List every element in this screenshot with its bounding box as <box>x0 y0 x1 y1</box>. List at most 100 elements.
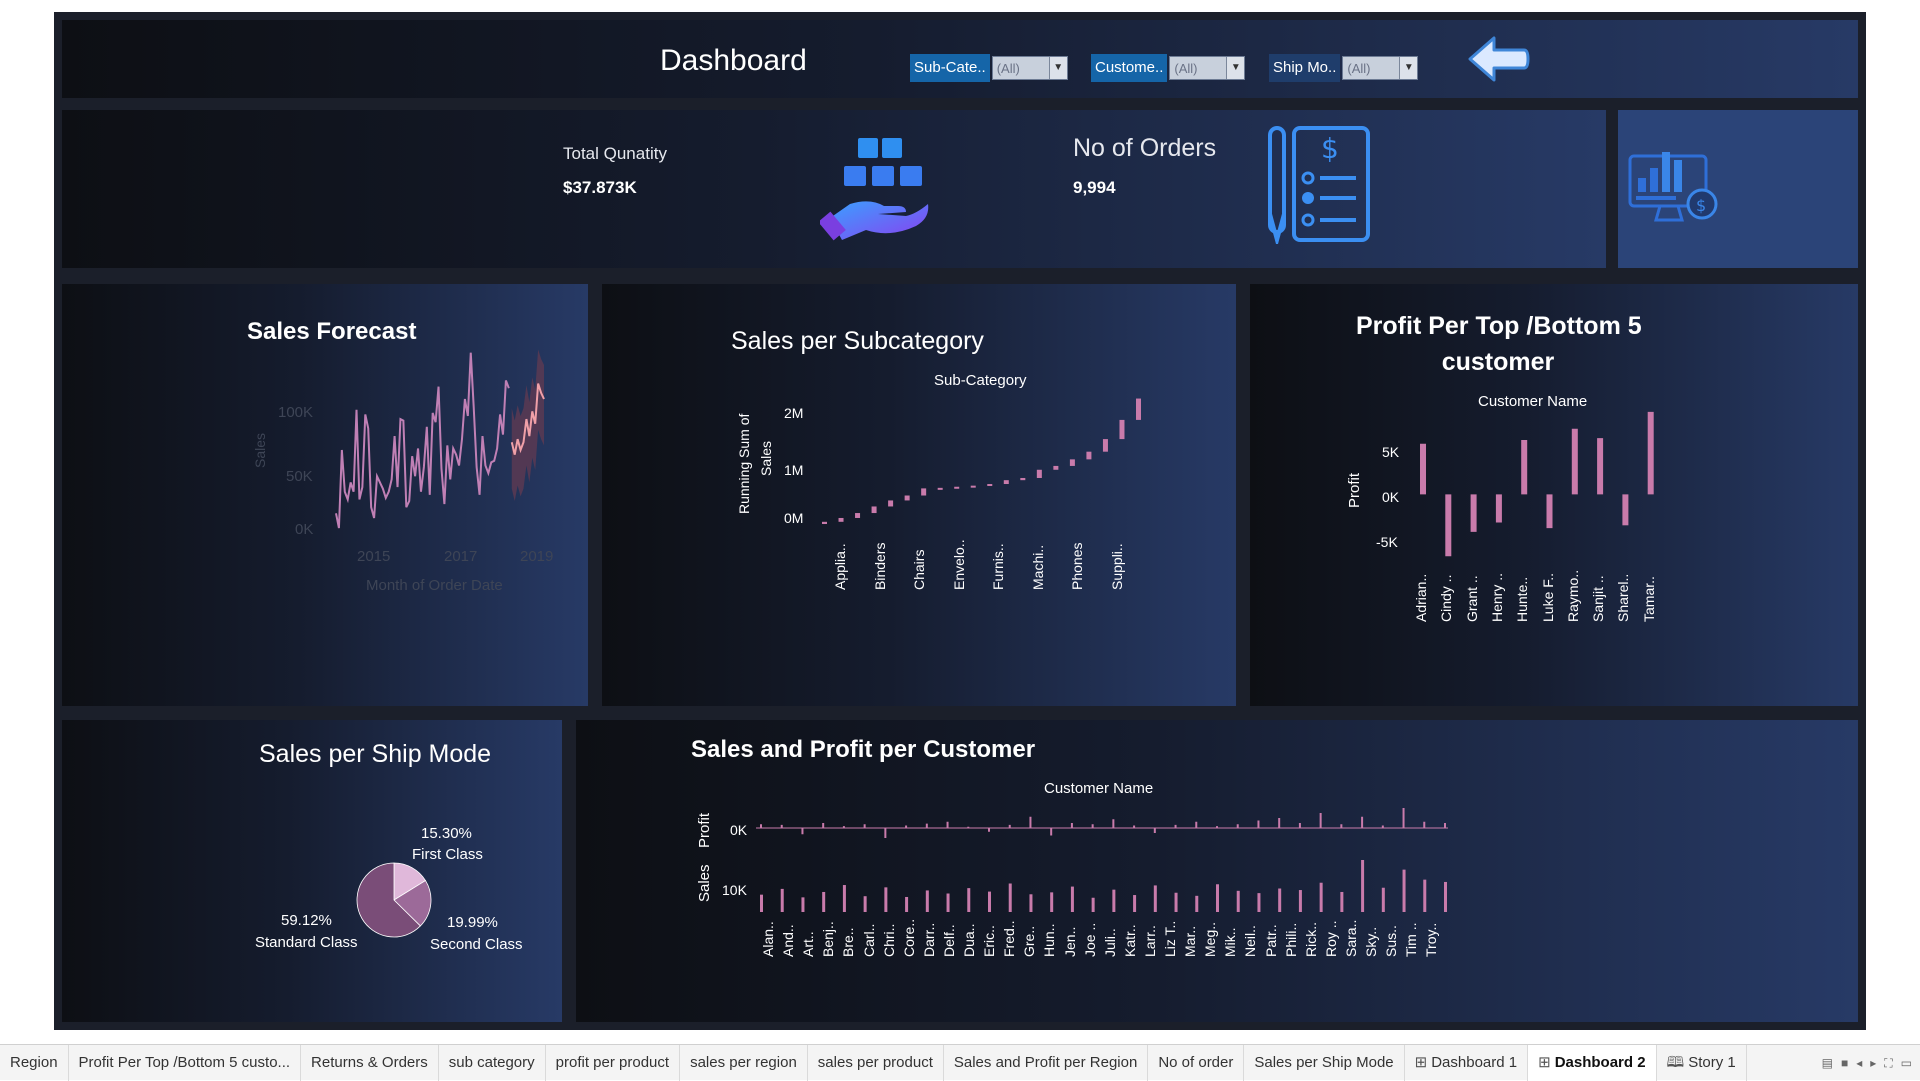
forecast-plot <box>335 349 545 529</box>
customer-x-tick: Patr.. <box>1262 924 1279 957</box>
subcategory-x-tick: Suppli.. <box>1108 543 1125 590</box>
profit-x-tick: Adrian.. <box>1413 573 1429 622</box>
customer-sales-bar <box>1091 897 1095 912</box>
fullscreen-icon[interactable]: ⛶ <box>1884 1056 1892 1071</box>
sheet-tab[interactable]: profit per product <box>546 1044 681 1081</box>
monitor-chart-icon: $ <box>1628 152 1718 222</box>
grid-view-icon[interactable]: ▤ <box>1822 1056 1833 1071</box>
customer-profit-bar <box>1070 823 1073 828</box>
customer-sales-bar <box>1444 881 1447 912</box>
customer-sales-bar <box>801 897 805 912</box>
sheet-tab[interactable]: Returns & Orders <box>301 1044 439 1081</box>
dashboard-title: Dashboard <box>660 44 807 77</box>
sheet-tab[interactable]: No of order <box>1148 1044 1245 1081</box>
customer-x-tick: Sky.. <box>1363 926 1379 957</box>
sheet-tab-bar: Region Profit Per Top /Bottom 5 custo... R… <box>0 1044 1920 1081</box>
sheet-tab[interactable]: Profit Per Top /Bottom 5 custo... <box>69 1044 302 1081</box>
customer-sales-bar <box>946 893 950 912</box>
sheet-tab[interactable]: Sales per Ship Mode <box>1244 1044 1405 1081</box>
ship-mode-title: Sales per Ship Mode <box>259 740 492 768</box>
customer-sales-axis-title: Sales <box>696 864 713 902</box>
subcategory-title: Sales per Subcategory <box>731 327 984 355</box>
customer-profit-bar <box>801 828 804 835</box>
sheet-tab[interactable]: Sales and Profit per Region <box>944 1044 1149 1081</box>
subcategory-bar <box>888 500 894 507</box>
filter-ship-mode[interactable]: Ship Mo.. (All) ▼ <box>1269 54 1419 82</box>
forecast-x-axis-title: Month of Order Date <box>366 577 503 594</box>
profit-bar <box>1495 494 1502 523</box>
pie-label-name: Standard Class <box>255 934 358 951</box>
filter-select[interactable]: (All) ▼ <box>991 56 1068 80</box>
customer-x-tick: Liz T.. <box>1162 920 1178 957</box>
subcategory-y-axis-title-2: Sales <box>758 440 774 476</box>
customer-profit-bar <box>1029 816 1032 828</box>
total-quantity-value: $37.873K <box>563 178 637 197</box>
filter-select[interactable]: (All) ▼ <box>1342 56 1419 80</box>
profit-x-tick: Raymo.. <box>1564 569 1581 622</box>
profit-bar <box>1420 443 1426 495</box>
profit-plot <box>1420 411 1654 557</box>
pie-label-pct: 15.30% <box>421 825 472 842</box>
customer-x-tick: Joe .. <box>1081 922 1098 957</box>
sheet-tab-label: Profit Per Top /Bottom 5 custo... <box>78 1053 291 1071</box>
customer-x-tick: Delf.. <box>940 924 957 957</box>
customer-sales-bar <box>1319 882 1323 912</box>
forecast-y-tick: 100K <box>278 404 314 421</box>
single-view-icon[interactable]: ■ <box>1841 1056 1848 1071</box>
customer-profit-bar <box>1112 819 1115 828</box>
customer-profit-tick: 0K <box>730 822 748 838</box>
filter-select[interactable]: (All) ▼ <box>1169 56 1246 80</box>
subcategory-bar <box>937 487 943 490</box>
customer-x-tick: Bre.. <box>840 927 857 957</box>
sheet-tab[interactable]: Region <box>0 1044 69 1081</box>
chevron-down-icon[interactable]: ▼ <box>1048 57 1067 79</box>
subcategory-x-tick: Envelo.. <box>950 539 967 590</box>
filter-customer[interactable]: Custome.. (All) ▼ <box>1091 54 1246 82</box>
customer-sales-bar <box>1402 869 1406 912</box>
subcategory-bar <box>1102 439 1108 452</box>
profit-bar <box>1546 494 1553 529</box>
sheet-tab[interactable]: ⊞ Dashboard 2 <box>1528 1044 1657 1081</box>
next-sheet-icon[interactable]: ▸ <box>1870 1056 1876 1071</box>
sheet-tab[interactable]: 🕮 Story 1 <box>1657 1044 1747 1081</box>
sheet-tab-label: Sales per Ship Mode <box>1254 1053 1394 1071</box>
back-arrow-icon[interactable] <box>1466 32 1530 86</box>
sheet-tab-label: Sales and Profit per Region <box>953 1053 1138 1071</box>
subcategory-bar <box>1003 480 1009 485</box>
sheet-tab-label: Returns & Orders <box>311 1053 428 1071</box>
sheet-tab[interactable]: sales per product <box>808 1044 944 1081</box>
forecast-y-tick: 0K <box>295 521 314 538</box>
customer-x-tick: And.. <box>780 924 797 957</box>
customer-x-tick: Mar.. <box>1182 925 1199 957</box>
customer-sales-bar <box>1236 890 1240 912</box>
subcategory-x-tick: Binders <box>871 542 888 590</box>
customer-profit-bar <box>760 824 762 828</box>
customer-x-tick: Darr.. <box>920 922 937 957</box>
customer-sales-bar <box>1381 887 1385 912</box>
sheet-tab[interactable]: sub category <box>439 1044 546 1081</box>
customer-x-tick: Larr.. <box>1141 925 1158 957</box>
sheet-tab-label: sales per region <box>690 1053 797 1071</box>
customer-profit-bar <box>1257 820 1260 828</box>
subcategory-bar <box>954 486 960 489</box>
subcategory-bar <box>1069 459 1075 466</box>
subcategory-plot <box>822 398 1141 524</box>
customer-profit-bar <box>1133 825 1136 828</box>
sheet-tab[interactable]: sales per region <box>680 1044 808 1081</box>
sheet-tab[interactable]: ⊞ Dashboard 1 <box>1405 1044 1529 1081</box>
chevron-down-icon[interactable]: ▼ <box>1226 57 1245 79</box>
subcategory-bar <box>987 484 993 487</box>
customer-x-tick: Troy.. <box>1423 922 1440 957</box>
prev-sheet-icon[interactable]: ◂ <box>1856 1056 1862 1071</box>
present-icon[interactable]: ▭ <box>1901 1056 1912 1071</box>
customer-sales-bar <box>1153 885 1157 912</box>
forecast-y-tick: 50K <box>286 468 313 485</box>
customer-sales-bar <box>1008 883 1012 912</box>
filter-sub-category[interactable]: Sub-Cate.. (All) ▼ <box>910 54 1068 82</box>
profit-header: Customer Name <box>1478 393 1588 410</box>
subcategory-x-tick: Machi.. <box>1029 544 1046 590</box>
filter-value: (All) <box>1347 60 1371 76</box>
profit-bar <box>1571 428 1578 495</box>
customer-profit-bar <box>1423 821 1426 828</box>
chevron-down-icon[interactable]: ▼ <box>1399 57 1418 79</box>
